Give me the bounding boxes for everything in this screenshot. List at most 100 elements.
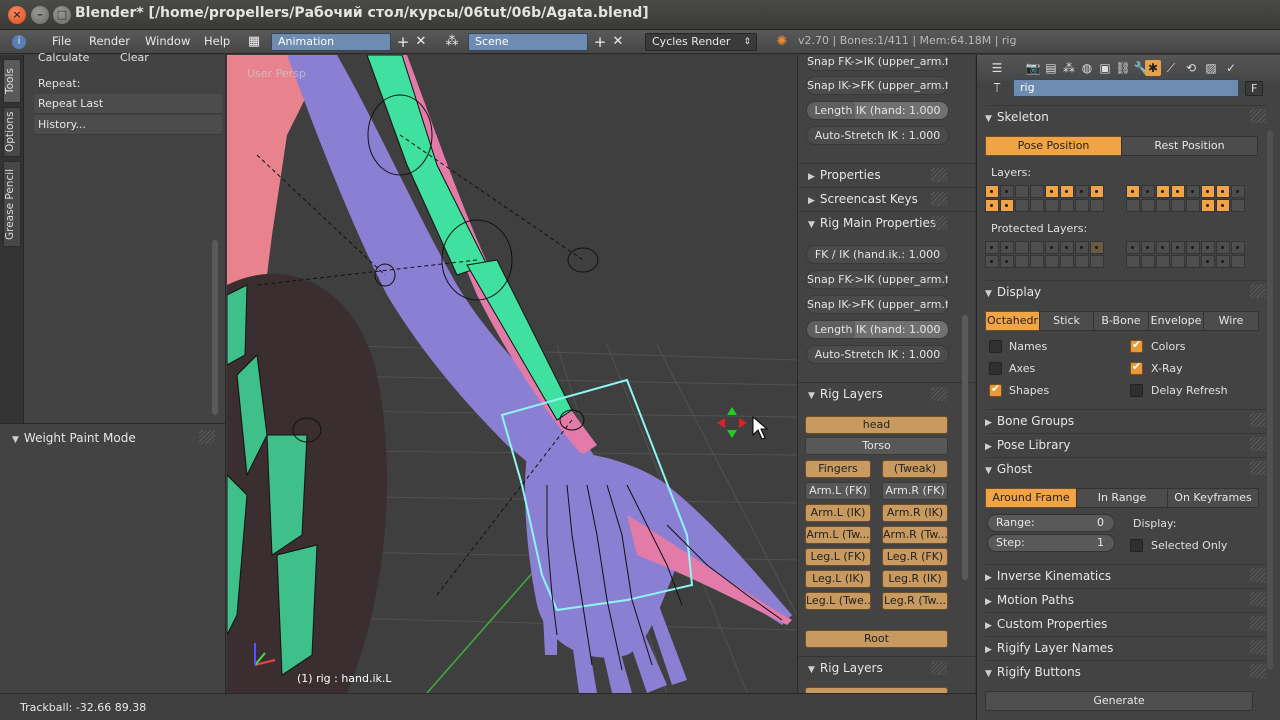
minimize-icon[interactable]: – — [31, 6, 49, 24]
render-layers-icon[interactable]: ▤ — [1043, 60, 1059, 76]
object-context-icon[interactable]: ▣ — [1097, 60, 1113, 76]
protected-layers-grid-left[interactable] — [985, 241, 1104, 268]
display-panel-header[interactable]: ▼ Display — [985, 280, 1267, 302]
auto-stretch-ik-field[interactable]: Auto-Stretch IK : 1.000 — [806, 345, 949, 364]
length-ik-slider-top[interactable]: Length IK (hand: 1.000 — [806, 101, 949, 120]
ghost-on-keyframes-button[interactable]: On Keyframes — [1167, 488, 1259, 508]
menu-render[interactable]: Render — [89, 34, 130, 48]
screencast-panel-header[interactable]: ▶ Screencast Keys — [798, 187, 975, 211]
add-scene-icon[interactable]: + — [592, 34, 608, 50]
protected-layers-grid-right[interactable] — [1126, 241, 1245, 268]
constraints-context-icon[interactable]: ⛓ — [1115, 60, 1131, 76]
menu-file[interactable]: File — [52, 34, 71, 48]
layer-cell[interactable] — [985, 199, 999, 212]
physics-context-icon[interactable]: ✓ — [1223, 60, 1239, 76]
layer-leg-r-tweak-button[interactable]: Leg.R (Tw... — [882, 592, 948, 610]
layer-cell[interactable] — [1171, 255, 1185, 268]
layer-cell[interactable] — [1186, 199, 1200, 212]
menu-help[interactable]: Help — [204, 34, 230, 48]
pose-position-button[interactable]: Pose Position — [985, 136, 1122, 156]
layer-cell[interactable] — [1201, 199, 1215, 212]
ghost-range-field[interactable]: Range: 0 — [987, 514, 1115, 532]
render-engine-select[interactable]: Cycles Render ⇕ — [645, 33, 757, 51]
length-ik-slider[interactable]: Length IK (hand: 1.000 — [806, 320, 949, 339]
weight-paint-header[interactable]: ▼ Weight Paint Mode — [12, 431, 136, 445]
panel-grip-icon[interactable] — [1250, 413, 1266, 427]
bone-groups-panel-header[interactable]: ▶ Bone Groups — [985, 409, 1267, 431]
layer-arm-r-fk-button[interactable]: Arm.R (FK) — [882, 482, 948, 500]
history-button[interactable]: History... — [34, 115, 222, 135]
properties-shelf-scrollbar[interactable] — [962, 315, 968, 580]
panel-grip-icon[interactable] — [931, 168, 947, 182]
layer-cell[interactable] — [1000, 255, 1014, 268]
panel-grip-icon[interactable] — [1250, 284, 1266, 298]
display-envelope-button[interactable]: Envelope — [1148, 311, 1204, 331]
auto-stretch-ik-field-top[interactable]: Auto-Stretch IK : 1.000 — [806, 126, 949, 145]
layer-cell[interactable] — [985, 185, 999, 198]
layer-cell[interactable] — [1090, 199, 1104, 212]
layer-cell[interactable] — [1186, 255, 1200, 268]
scene-context-icon[interactable]: ⁂ — [1061, 60, 1077, 76]
ghost-around-frame-button[interactable]: Around Frame — [985, 488, 1077, 508]
properties-panel-header[interactable]: ▶ Properties — [798, 163, 975, 187]
panel-grip-icon[interactable] — [931, 661, 947, 675]
layer-cell[interactable] — [1090, 241, 1104, 254]
panel-grip-icon[interactable] — [1250, 664, 1266, 678]
inverse-kinematics-panel-header[interactable]: ▶ Inverse Kinematics — [985, 564, 1267, 586]
panel-grip-icon[interactable] — [1250, 592, 1266, 606]
colors-checkbox[interactable] — [1130, 338, 1143, 353]
layer-cell[interactable] — [1156, 241, 1170, 254]
layer-cell[interactable] — [1000, 199, 1014, 212]
fk-ik-field[interactable]: FK / IK (hand.ik.: 1.000 — [806, 245, 949, 264]
layer-cell[interactable] — [1045, 185, 1059, 198]
layer-cell[interactable] — [1186, 241, 1200, 254]
delay-refresh-checkbox[interactable] — [1130, 384, 1143, 397]
rigify-layer-names-panel-header[interactable]: ▶ Rigify Layer Names — [985, 636, 1267, 658]
snap-ik-fk-button-top[interactable]: Snap IK->FK (upper_arm.f... — [806, 76, 949, 95]
bone-layers-grid-right[interactable] — [1126, 185, 1245, 212]
layer-cell[interactable] — [1000, 241, 1014, 254]
pose-library-panel-header[interactable]: ▶ Pose Library — [985, 433, 1267, 455]
layer-cell[interactable] — [1075, 185, 1089, 198]
layer-cell[interactable] — [1201, 255, 1215, 268]
close-icon[interactable]: × — [8, 6, 26, 24]
layer-cell[interactable] — [1015, 255, 1029, 268]
texture-context-icon[interactable]: ▨ — [1203, 60, 1219, 76]
rig-layers-panel-header-2[interactable]: ▼ Rig Layers — [798, 656, 975, 680]
rigify-buttons-panel-header[interactable]: ▼ Rigify Buttons — [985, 660, 1267, 682]
scene-field[interactable]: Scene — [468, 33, 588, 51]
layer-cell[interactable] — [1045, 241, 1059, 254]
panel-grip-icon[interactable] — [1250, 640, 1266, 654]
layer-cell[interactable] — [1216, 199, 1230, 212]
scene-icon[interactable]: ⁂ — [444, 34, 460, 50]
generate-button[interactable]: Generate — [985, 691, 1253, 711]
snap-fk-ik-button[interactable]: Snap FK->IK (upper_arm.f... — [806, 270, 949, 289]
display-octahedral-button[interactable]: Octahedr — [985, 311, 1040, 331]
shapes-checkbox[interactable] — [989, 382, 1002, 397]
layer-leg-l-ik-button[interactable]: Leg.L (IK) — [805, 570, 871, 588]
layer-cell[interactable] — [1060, 199, 1074, 212]
layer-leg-r-fk-button[interactable]: Leg.R (FK) — [882, 548, 948, 566]
layer-leg-l-tweak-button[interactable]: Leg.L (Twe... — [805, 592, 871, 610]
ghost-step-field[interactable]: Step: 1 — [987, 534, 1115, 552]
maximize-icon[interactable]: □ — [53, 6, 71, 24]
layer-cell[interactable] — [1156, 199, 1170, 212]
snap-fk-ik-button-top[interactable]: Snap FK->IK (upper_arm.f... — [806, 55, 949, 71]
axes-checkbox[interactable] — [989, 362, 1002, 375]
calculate-button[interactable]: Calculate — [38, 51, 89, 64]
layer-cell[interactable] — [1015, 241, 1029, 254]
panel-grip-icon[interactable] — [1250, 437, 1266, 451]
layer-cell[interactable] — [1060, 185, 1074, 198]
tool-shelf-scrollbar[interactable] — [212, 240, 218, 415]
display-wire-button[interactable]: Wire — [1203, 311, 1259, 331]
remove-scene-icon[interactable]: ✕ — [610, 34, 626, 50]
layer-cell[interactable] — [1171, 199, 1185, 212]
tab-options[interactable]: Options — [3, 107, 21, 157]
layer-cell[interactable] — [1171, 185, 1185, 198]
panel-grip-icon[interactable] — [1250, 568, 1266, 582]
layer-cell[interactable] — [1186, 185, 1200, 198]
layer-cell[interactable] — [1231, 199, 1245, 212]
layer-cell[interactable] — [1060, 241, 1074, 254]
layer-cell[interactable] — [1045, 255, 1059, 268]
bone-layers-grid-left[interactable] — [985, 185, 1104, 212]
